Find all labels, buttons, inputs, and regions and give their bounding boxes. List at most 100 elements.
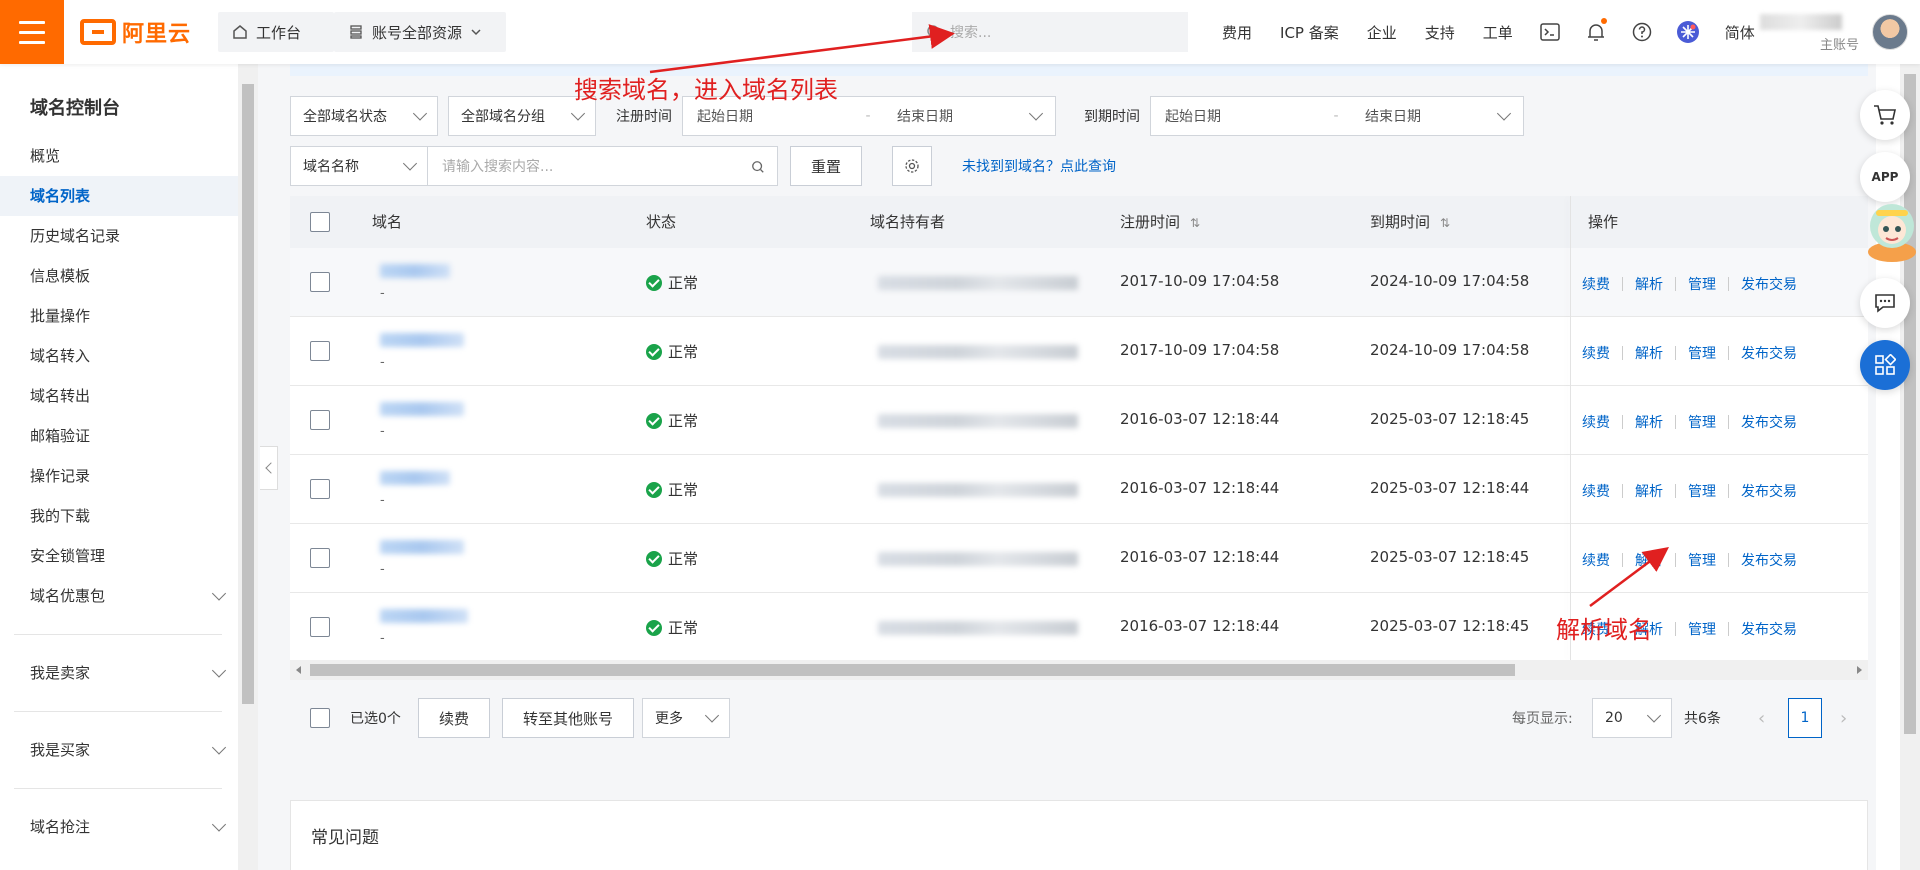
publish-trade-link[interactable]: 发布交易 bbox=[1741, 274, 1797, 294]
resolve-link[interactable]: 解析 bbox=[1635, 481, 1663, 501]
sidebar-item-op-log[interactable]: 操作记录 bbox=[0, 456, 238, 496]
help-icon[interactable] bbox=[1619, 0, 1665, 64]
select-all-checkbox[interactable] bbox=[310, 212, 330, 232]
sidebar-item-security-lock[interactable]: 安全锁管理 bbox=[0, 536, 238, 576]
sidebar-scrollbar[interactable] bbox=[238, 64, 258, 870]
domain-name-redacted[interactable] bbox=[380, 609, 468, 623]
publish-trade-link[interactable]: 发布交易 bbox=[1741, 619, 1797, 639]
table-row[interactable]: - 正常 2016-03-07 12:18:44 2025-03-07 12:1… bbox=[290, 524, 1868, 593]
top-link-ticket[interactable]: 工单 bbox=[1469, 0, 1527, 64]
domain-lookup-link[interactable]: 未找到到域名？点此查询 bbox=[962, 156, 1116, 176]
row-checkbox[interactable] bbox=[310, 479, 330, 499]
status-filter-select[interactable]: 全部域名状态 bbox=[290, 96, 438, 136]
prev-page-icon[interactable]: ‹ bbox=[1758, 708, 1765, 729]
sidebar-group-backorder[interactable]: 域名抢注 bbox=[0, 807, 238, 847]
publish-trade-link[interactable]: 发布交易 bbox=[1741, 481, 1797, 501]
per-page-select[interactable]: 20 bbox=[1592, 698, 1672, 738]
manage-link[interactable]: 管理 bbox=[1688, 619, 1716, 639]
cart-button[interactable] bbox=[1860, 90, 1910, 140]
menu-icon[interactable] bbox=[0, 0, 64, 64]
domain-search-input[interactable]: 请输入搜索内容... bbox=[428, 146, 778, 186]
col-exp-time[interactable]: 到期时间 ⇅ bbox=[1370, 196, 1450, 248]
sidebar-item-batch[interactable]: 批量操作 bbox=[0, 296, 238, 336]
sidebar-group-buyer[interactable]: 我是买家 bbox=[0, 730, 238, 770]
top-link-enterprise[interactable]: 企业 bbox=[1353, 0, 1411, 64]
footer-select-all-checkbox[interactable] bbox=[310, 708, 330, 728]
sidebar-collapse-button[interactable] bbox=[260, 446, 278, 490]
resolve-link[interactable]: 解析 bbox=[1635, 343, 1663, 363]
app-download-button[interactable]: APP bbox=[1860, 152, 1910, 202]
sidebar-item-transfer-in[interactable]: 域名转入 bbox=[0, 336, 238, 376]
resolve-link[interactable]: 解析 bbox=[1635, 274, 1663, 294]
terminal-icon[interactable] bbox=[1527, 0, 1573, 64]
manage-link[interactable]: 管理 bbox=[1688, 550, 1716, 570]
row-checkbox[interactable] bbox=[310, 341, 330, 361]
manage-link[interactable]: 管理 bbox=[1688, 274, 1716, 294]
workbench-button[interactable]: 工作台 bbox=[218, 12, 334, 52]
scrollbar-thumb[interactable] bbox=[242, 84, 254, 704]
apps-button[interactable] bbox=[1860, 340, 1910, 390]
resources-dropdown[interactable]: 账号全部资源 bbox=[334, 12, 506, 52]
manage-link[interactable]: 管理 bbox=[1688, 343, 1716, 363]
top-link-support[interactable]: 支持 bbox=[1411, 0, 1469, 64]
scroll-left-icon[interactable] bbox=[296, 666, 301, 674]
sidebar-group-seller[interactable]: 我是卖家 bbox=[0, 653, 238, 693]
next-page-icon[interactable]: › bbox=[1840, 708, 1847, 729]
sidebar-item-domain-list[interactable]: 域名列表 bbox=[0, 176, 238, 216]
exp-end-date[interactable]: 结束日期 bbox=[1351, 106, 1521, 126]
sidebar-item-email-verify[interactable]: 邮箱验证 bbox=[0, 416, 238, 456]
row-checkbox[interactable] bbox=[310, 617, 330, 637]
table-horizontal-scrollbar[interactable] bbox=[290, 660, 1868, 680]
manage-link[interactable]: 管理 bbox=[1688, 481, 1716, 501]
publish-trade-link[interactable]: 发布交易 bbox=[1741, 412, 1797, 432]
domain-name-redacted[interactable] bbox=[380, 264, 450, 278]
sidebar-item-history[interactable]: 历史域名记录 bbox=[0, 216, 238, 256]
sidebar-item-overview[interactable]: 概览 bbox=[0, 136, 238, 176]
domain-name-redacted[interactable] bbox=[380, 540, 464, 554]
sidebar-item-templates[interactable]: 信息模板 bbox=[0, 256, 238, 296]
table-row[interactable]: - 正常 2017-10-09 17:04:58 2024-10-09 17:0… bbox=[290, 248, 1868, 317]
row-checkbox[interactable] bbox=[310, 548, 330, 568]
sort-icon[interactable]: ⇅ bbox=[1190, 197, 1200, 249]
search-icon[interactable] bbox=[751, 160, 765, 174]
row-checkbox[interactable] bbox=[310, 272, 330, 292]
reset-button[interactable]: 重置 bbox=[790, 146, 862, 186]
page-number-button[interactable]: 1 bbox=[1788, 698, 1822, 738]
domain-name-redacted[interactable] bbox=[380, 402, 464, 416]
ai-assistant-icon[interactable] bbox=[1665, 0, 1711, 64]
manage-link[interactable]: 管理 bbox=[1688, 412, 1716, 432]
publish-trade-link[interactable]: 发布交易 bbox=[1741, 550, 1797, 570]
sidebar-item-transfer-out[interactable]: 域名转出 bbox=[0, 376, 238, 416]
avatar[interactable] bbox=[1872, 14, 1908, 50]
more-dropdown[interactable]: 更多 bbox=[642, 698, 730, 738]
settings-button[interactable] bbox=[892, 146, 932, 186]
reg-end-date[interactable]: 结束日期 bbox=[883, 106, 1053, 126]
transfer-account-button[interactable]: 转至其他账号 bbox=[502, 698, 634, 738]
exp-date-range[interactable]: 起始日期 - 结束日期 bbox=[1150, 96, 1524, 136]
col-reg-time[interactable]: 注册时间 ⇅ bbox=[1120, 196, 1200, 248]
renew-link[interactable]: 续费 bbox=[1582, 343, 1610, 363]
mascot-image[interactable] bbox=[1862, 196, 1920, 266]
row-checkbox[interactable] bbox=[310, 410, 330, 430]
sidebar-item-downloads[interactable]: 我的下载 bbox=[0, 496, 238, 536]
global-search-input[interactable]: 搜索... bbox=[912, 12, 1188, 52]
top-link-icp[interactable]: ICP 备案 bbox=[1266, 0, 1353, 64]
exp-start-date[interactable]: 起始日期 bbox=[1151, 106, 1321, 126]
brand-logo[interactable]: 阿里云 bbox=[80, 18, 191, 47]
feedback-button[interactable] bbox=[1860, 278, 1910, 328]
renew-link[interactable]: 续费 bbox=[1582, 412, 1610, 432]
domain-name-redacted[interactable] bbox=[380, 333, 464, 347]
renew-link[interactable]: 续费 bbox=[1582, 481, 1610, 501]
resolve-link[interactable]: 解析 bbox=[1635, 412, 1663, 432]
resolve-link[interactable]: 解析 bbox=[1635, 550, 1663, 570]
account-info[interactable]: 主账号 bbox=[1756, 10, 1866, 54]
reg-start-date[interactable]: 起始日期 bbox=[683, 106, 853, 126]
bell-icon[interactable] bbox=[1573, 0, 1619, 64]
sidebar-item-discount-pack[interactable]: 域名优惠包 bbox=[0, 576, 238, 616]
scroll-right-icon[interactable] bbox=[1857, 666, 1862, 674]
table-row[interactable]: - 正常 2016-03-07 12:18:44 2025-03-07 12:1… bbox=[290, 386, 1868, 455]
top-link-billing[interactable]: 费用 bbox=[1208, 0, 1266, 64]
publish-trade-link[interactable]: 发布交易 bbox=[1741, 343, 1797, 363]
renew-link[interactable]: 续费 bbox=[1582, 274, 1610, 294]
table-row[interactable]: - 正常 2017-10-09 17:04:58 2024-10-09 17:0… bbox=[290, 317, 1868, 386]
